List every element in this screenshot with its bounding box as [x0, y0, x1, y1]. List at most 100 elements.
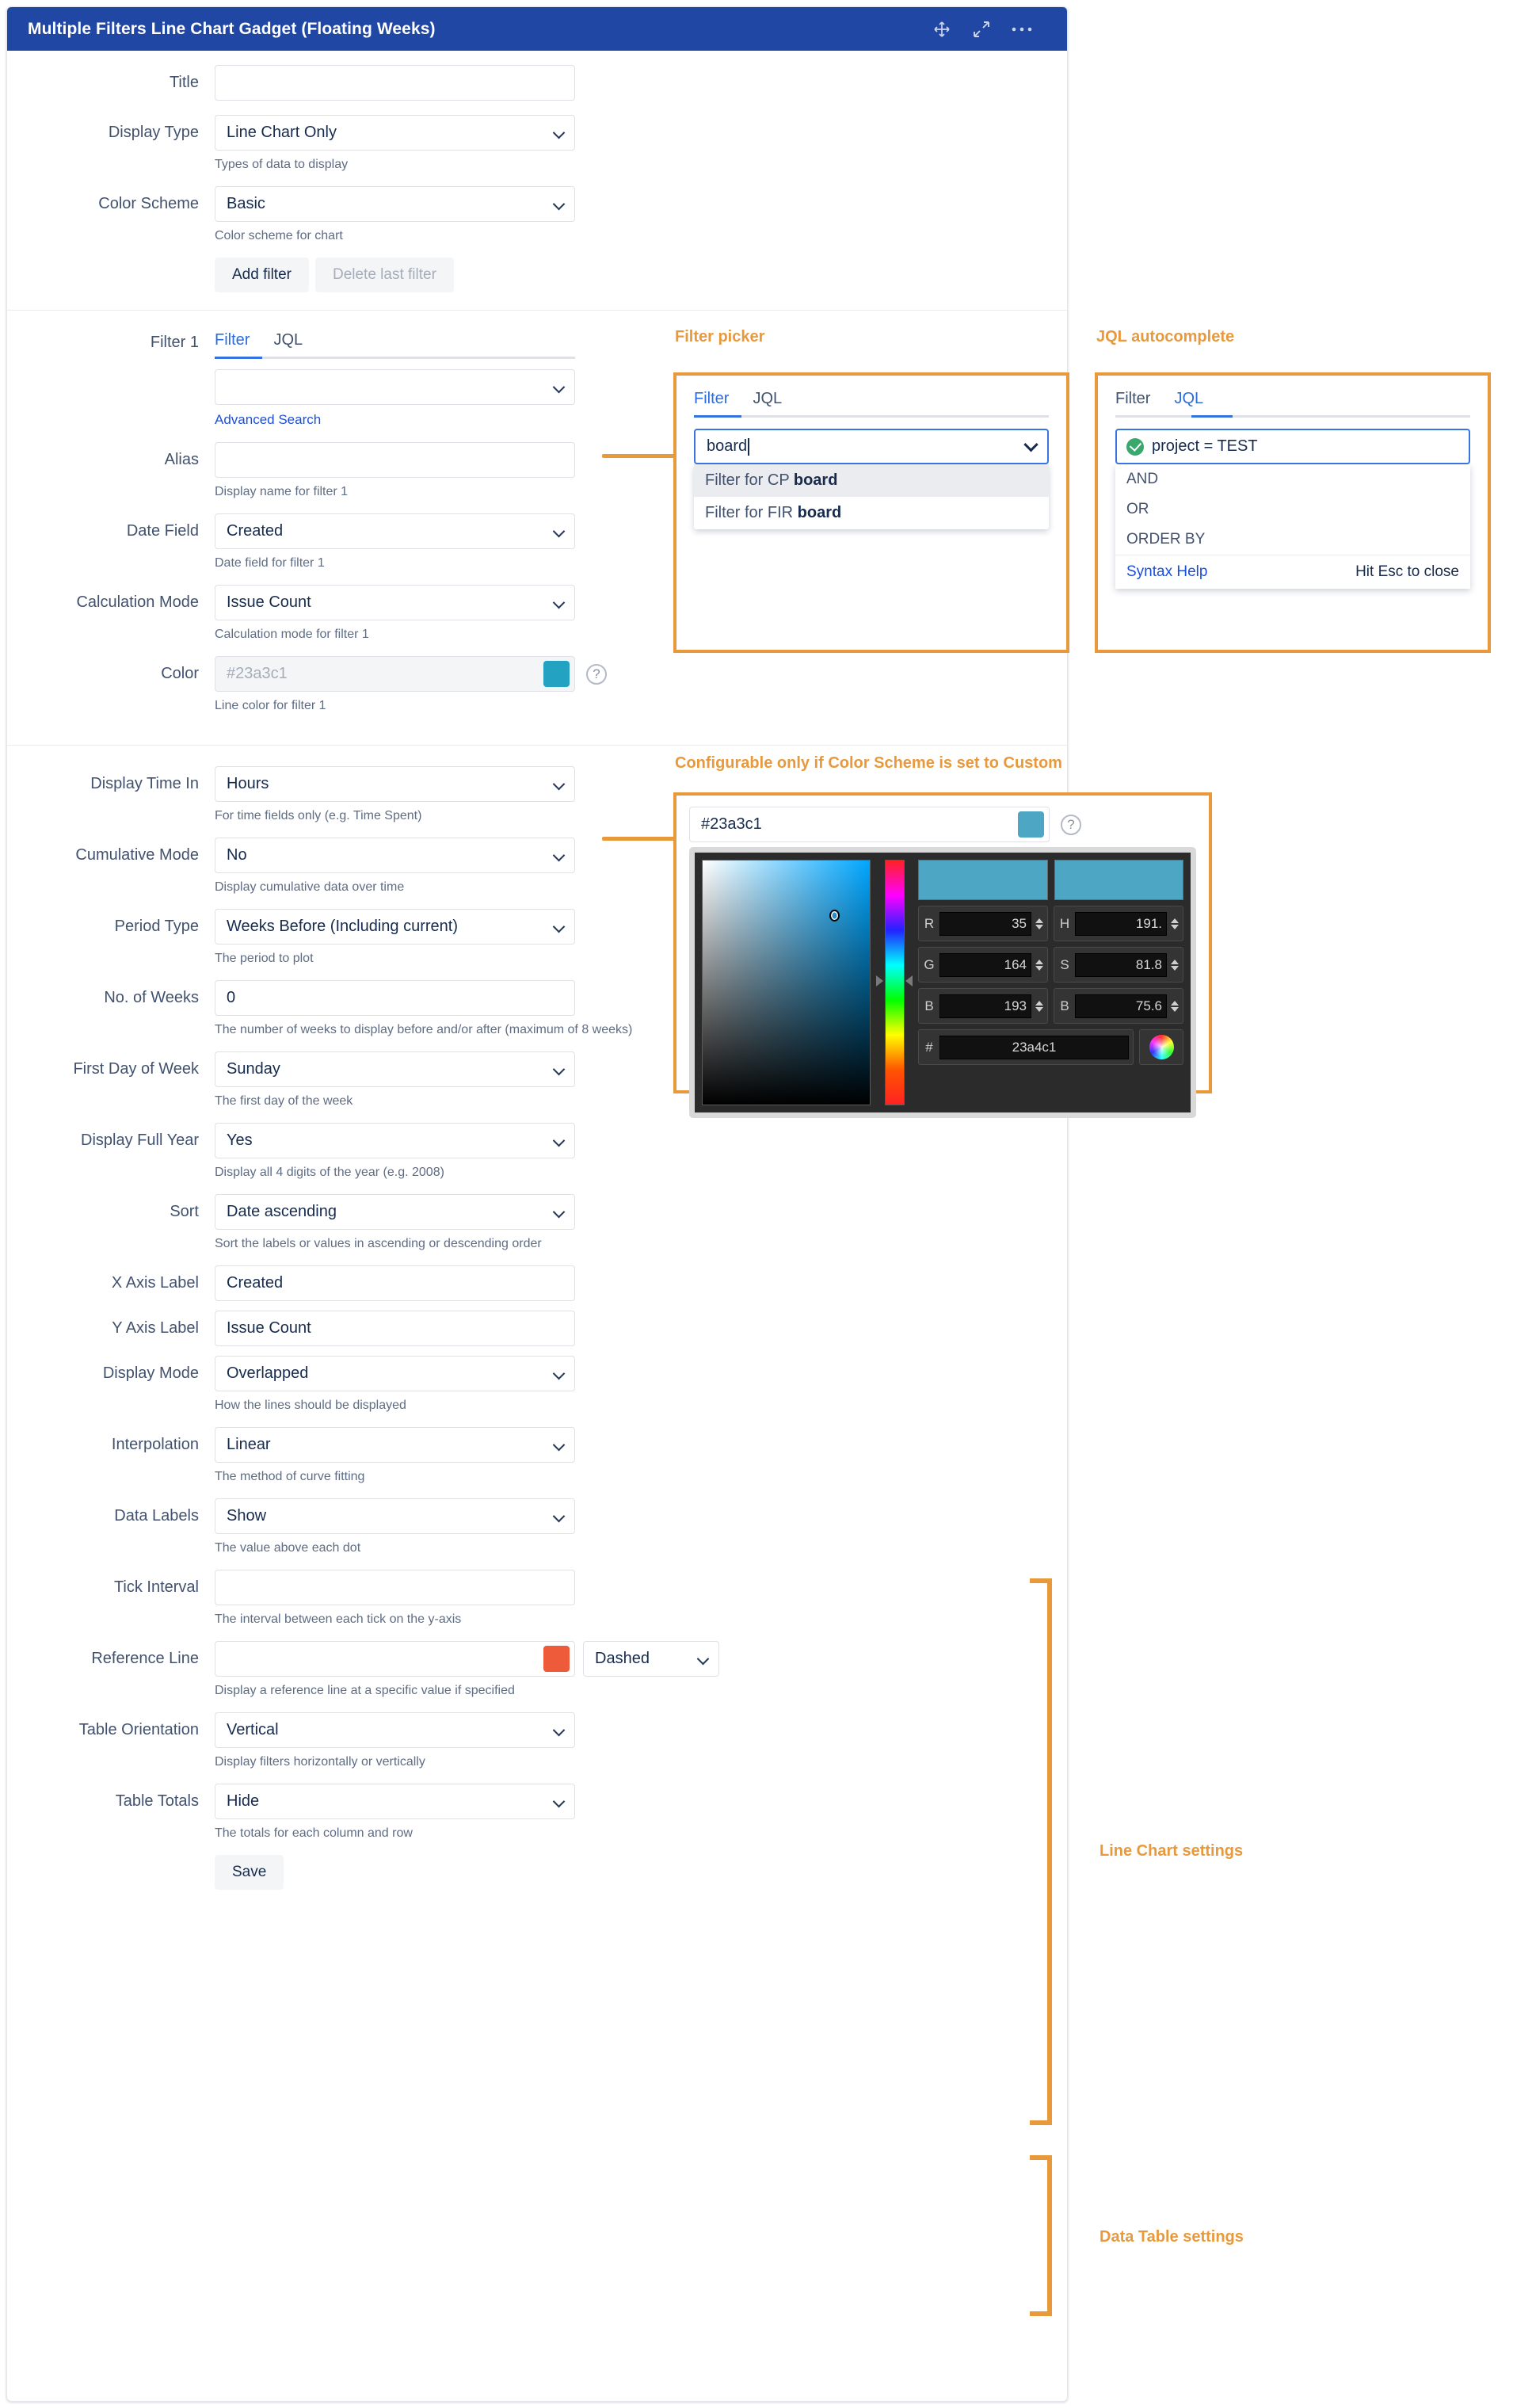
label-y-axis-label: Y Axis Label: [112, 1319, 199, 1337]
sort-value: Date ascending: [227, 1203, 337, 1220]
field-row-title: Title: [7, 65, 1067, 115]
label-cumulative-mode: Cumulative Mode: [75, 846, 199, 864]
label-interpolation: Interpolation: [111, 1436, 199, 1453]
suggestion-prefix: Filter for FIR: [705, 504, 798, 521]
jql-option-and[interactable]: AND: [1115, 464, 1470, 494]
syntax-help-link[interactable]: Syntax Help: [1126, 563, 1207, 581]
x-axis-label-input[interactable]: [215, 1265, 575, 1301]
delete-last-filter-button[interactable]: Delete last filter: [314, 258, 454, 292]
color-swatch[interactable]: [543, 661, 570, 687]
hex-key: #: [925, 1039, 933, 1055]
gadget-title-bar: Multiple Filters Line Chart Gadget (Floa…: [7, 7, 1067, 51]
table-orientation-select[interactable]: Vertical: [215, 1712, 575, 1748]
channel-value[interactable]: 75.6: [1075, 994, 1167, 1018]
stepper-icon[interactable]: [1171, 918, 1179, 929]
title-input[interactable]: [215, 65, 575, 101]
period-type-select[interactable]: Weeks Before (Including current): [215, 909, 575, 945]
jql-callout-tab-filter[interactable]: Filter: [1115, 390, 1150, 415]
display-time-in-value: Hours: [227, 775, 269, 792]
filter-picker-tab-jql[interactable]: JQL: [753, 390, 782, 415]
channel-value[interactable]: 81.8: [1075, 952, 1167, 977]
help-icon[interactable]: ?: [1061, 814, 1081, 835]
alias-input[interactable]: [215, 442, 575, 478]
suggestion-prefix: Filter for CP: [705, 471, 794, 489]
channel-value[interactable]: 193: [939, 994, 1031, 1018]
jql-option-or[interactable]: OR: [1115, 494, 1470, 525]
color-picker-widget[interactable]: R 35 H 191. G 164 S 81.8 B 193 B 75.6 # …: [689, 847, 1196, 1118]
calculation-mode-select[interactable]: Issue Count: [215, 585, 575, 620]
first-day-of-week-select[interactable]: Sunday: [215, 1051, 575, 1087]
hint-display-type: Types of data to display: [215, 158, 349, 171]
suggestion-match: board: [797, 504, 842, 521]
save-button[interactable]: Save: [215, 1855, 284, 1890]
display-type-select[interactable]: Line Chart Only: [215, 115, 575, 151]
date-field-select[interactable]: Created: [215, 513, 575, 549]
color-input[interactable]: [215, 656, 575, 692]
reference-line-style-select[interactable]: Dashed: [583, 1641, 719, 1677]
hex-field[interactable]: # 23a4c1: [918, 1029, 1134, 1065]
jql-callout-tab-jql[interactable]: JQL: [1174, 390, 1203, 415]
interpolation-select[interactable]: Linear: [215, 1427, 575, 1463]
expand-icon[interactable]: [972, 20, 991, 39]
stepper-icon[interactable]: [1035, 1000, 1043, 1012]
filter-picker-search-input[interactable]: board: [694, 429, 1049, 464]
label-first-day-of-week: First Day of Week: [73, 1060, 199, 1078]
add-filter-button[interactable]: Add filter: [215, 258, 309, 292]
line-chart-settings-label: Line Chart settings: [1099, 1842, 1244, 1860]
sort-select[interactable]: Date ascending: [215, 1194, 575, 1230]
color-wheel-icon[interactable]: [1139, 1029, 1183, 1065]
data-labels-select[interactable]: Show: [215, 1498, 575, 1534]
tab-jql[interactable]: JQL: [273, 331, 303, 357]
channel-value[interactable]: 191.: [1075, 911, 1167, 936]
channel-r[interactable]: R 35: [918, 906, 1048, 941]
reference-line-input[interactable]: [215, 1641, 575, 1677]
advanced-search-link[interactable]: Advanced Search: [215, 412, 575, 428]
channel-value[interactable]: 35: [939, 911, 1031, 936]
help-icon[interactable]: ?: [586, 663, 607, 685]
hex-value[interactable]: 23a4c1: [939, 1035, 1129, 1059]
display-full-year-select[interactable]: Yes: [215, 1123, 575, 1158]
color-hex-input[interactable]: [689, 807, 1050, 842]
stepper-icon[interactable]: [1035, 918, 1043, 929]
label-display-full-year: Display Full Year: [81, 1131, 199, 1149]
move-icon[interactable]: [932, 20, 951, 39]
y-axis-label-input[interactable]: [215, 1311, 575, 1346]
saturation-value-area[interactable]: [702, 860, 871, 1105]
color-scheme-select[interactable]: Basic: [215, 186, 575, 222]
channel-b-rgb[interactable]: B 193: [918, 988, 1048, 1024]
channel-s[interactable]: S 81.8: [1054, 947, 1183, 983]
more-options-icon[interactable]: [1012, 26, 1032, 32]
hint-display-mode: How the lines should be displayed: [215, 1399, 406, 1412]
stepper-icon[interactable]: [1171, 959, 1179, 971]
filter-picker-tab-filter[interactable]: Filter: [694, 390, 729, 415]
label-color: Color: [161, 665, 199, 682]
first-day-of-week-value: Sunday: [227, 1060, 280, 1078]
no-of-weeks-input[interactable]: [215, 980, 575, 1016]
stepper-icon[interactable]: [1171, 1000, 1179, 1012]
filter-picker-select[interactable]: [215, 369, 575, 405]
channel-value[interactable]: 164: [939, 952, 1031, 977]
label-table-orientation: Table Orientation: [78, 1721, 199, 1738]
channel-h[interactable]: H 191.: [1054, 906, 1183, 941]
stepper-icon[interactable]: [1035, 959, 1043, 971]
channel-g[interactable]: G 164: [918, 947, 1048, 983]
color-swatch[interactable]: [1018, 811, 1044, 838]
tick-interval-input[interactable]: [215, 1570, 575, 1605]
tab-filter[interactable]: Filter: [215, 331, 250, 357]
display-time-in-select[interactable]: Hours: [215, 766, 575, 802]
cumulative-mode-select[interactable]: No: [215, 838, 575, 873]
field-row-x-axis-label: X Axis Label: [7, 1265, 1067, 1311]
label-reference-line: Reference Line: [91, 1650, 199, 1667]
table-totals-select[interactable]: Hide: [215, 1784, 575, 1819]
display-mode-select[interactable]: Overlapped: [215, 1356, 575, 1391]
sv-selector-handle[interactable]: [829, 910, 840, 922]
jql-option-order-by[interactable]: ORDER BY: [1115, 525, 1470, 555]
field-row-display-mode: Display Mode Overlapped How the lines sh…: [7, 1356, 1067, 1427]
hint-table-orientation: Display filters horizontally or vertical…: [215, 1755, 425, 1769]
channel-b-hsb[interactable]: B 75.6: [1054, 988, 1183, 1024]
hue-slider[interactable]: [876, 860, 913, 1105]
jql-query-input[interactable]: project = TEST: [1115, 429, 1470, 464]
filter-suggestion-item[interactable]: Filter for CP board: [694, 464, 1049, 497]
filter-suggestion-item[interactable]: Filter for FIR board: [694, 497, 1049, 529]
reference-line-color-swatch[interactable]: [543, 1646, 570, 1672]
